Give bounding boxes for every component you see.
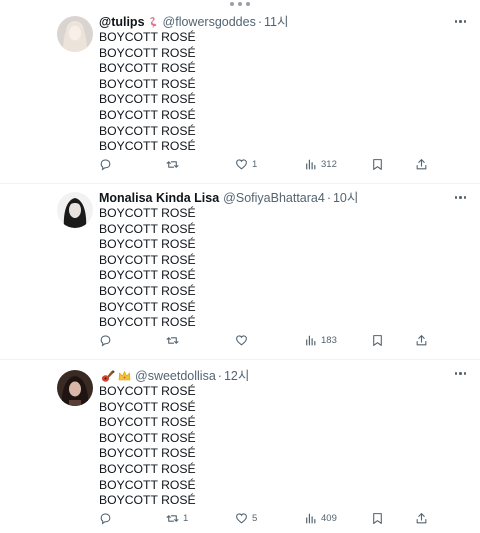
tweet-text-line: BOYCOTT ROSÉ <box>99 399 196 414</box>
separator-dot: · <box>257 15 262 29</box>
tweet-text-line: BOYCOTT ROSÉ <box>99 92 196 107</box>
share-icon <box>416 335 427 346</box>
tweet-text-line: BOYCOTT ROSÉ <box>99 30 196 44</box>
timestamp[interactable]: 12시 <box>224 368 249 384</box>
reply-button[interactable] <box>99 158 116 171</box>
retweet-button[interactable] <box>166 158 183 171</box>
tweet-text-line: BOYCOTT ROSÉ <box>99 107 196 122</box>
views-button[interactable]: 409 <box>304 512 337 525</box>
share-icon <box>416 159 427 170</box>
tweet-text: BOYCOTT ROSÉ BOYCOTT ROSÉ BOYCOTT ROSÉ B… <box>99 30 196 155</box>
reply-icon <box>100 513 111 525</box>
avatar[interactable] <box>57 192 93 228</box>
views-count: 409 <box>321 513 337 524</box>
share-button[interactable] <box>415 512 428 525</box>
avatar[interactable] <box>57 16 93 52</box>
tweet-text-line: BOYCOTT ROSÉ <box>99 430 196 445</box>
heart-icon <box>236 335 247 346</box>
flamingo-emoji-icon <box>147 16 159 29</box>
tweet-text-line: BOYCOTT ROSÉ <box>99 76 196 91</box>
tweet-text-line: BOYCOTT ROSÉ <box>99 283 196 298</box>
like-count: 1 <box>252 159 258 170</box>
retweet-button[interactable] <box>166 334 183 347</box>
retweet-icon <box>166 161 179 168</box>
tweet-actions: 1 5 409 <box>99 512 429 528</box>
user-handle[interactable]: @flowersgoddes <box>163 14 256 30</box>
reply-icon <box>100 335 111 347</box>
tweet-text-line: BOYCOTT ROSÉ <box>99 315 196 330</box>
bookmark-icon <box>373 159 382 170</box>
bookmark-button[interactable] <box>371 512 384 525</box>
tweet-text-line: BOYCOTT ROSÉ <box>99 45 196 60</box>
tweet-actions: 1 312 <box>99 158 429 174</box>
user-handle[interactable]: @sweetdollisa <box>135 368 216 384</box>
reply-button[interactable] <box>99 512 116 525</box>
tweet-card[interactable]: Monalisa Kinda Lisa @SofiyaBhattara4 · 1… <box>0 184 480 360</box>
separator-dot: · <box>326 191 331 205</box>
more-options-icon[interactable] <box>454 372 466 375</box>
views-button[interactable]: 183 <box>304 334 337 347</box>
tweet-card[interactable]: @sweetdollisa · 12시 BOYCOTT ROSÉ BOYCOTT… <box>0 360 480 533</box>
views-chart-icon <box>306 335 316 346</box>
bookmark-button[interactable] <box>371 158 384 171</box>
tweet-text-line: BOYCOTT ROSÉ <box>99 384 196 398</box>
tweet-text-line: BOYCOTT ROSÉ <box>99 237 196 252</box>
tweet-text-line: BOYCOTT ROSÉ <box>99 221 196 236</box>
share-button[interactable] <box>415 158 428 171</box>
tweet-card[interactable]: @tulips @flowersgoddes · 11시 BOYCOTT ROS… <box>0 8 480 184</box>
bookmark-icon <box>373 335 382 346</box>
tweet-text-line: BOYCOTT ROSÉ <box>99 477 196 492</box>
tweet-text-line: BOYCOTT ROSÉ <box>99 415 196 430</box>
user-handle[interactable]: @SofiyaBhattara4 <box>223 190 325 206</box>
tweet-text-line: BOYCOTT ROSÉ <box>99 206 196 220</box>
timestamp[interactable]: 10시 <box>333 190 358 206</box>
share-icon <box>416 513 427 524</box>
tweet-text-line: BOYCOTT ROSÉ <box>99 493 196 508</box>
bookmark-button[interactable] <box>371 334 384 347</box>
tweet-text-line: BOYCOTT ROSÉ <box>99 446 196 461</box>
reply-button[interactable] <box>99 334 116 347</box>
views-button[interactable]: 312 <box>304 158 337 171</box>
views-chart-icon <box>306 513 316 524</box>
display-name[interactable]: Monalisa Kinda Lisa <box>99 190 219 206</box>
like-count: 5 <box>252 513 258 524</box>
tweet-text-line: BOYCOTT ROSÉ <box>99 252 196 267</box>
like-button[interactable] <box>235 334 252 347</box>
like-button[interactable]: 5 <box>235 512 257 525</box>
tweet-text-line: BOYCOTT ROSÉ <box>99 123 196 138</box>
more-options-icon[interactable] <box>454 20 466 23</box>
tweet-text: BOYCOTT ROSÉ BOYCOTT ROSÉ BOYCOTT ROSÉ B… <box>99 384 196 509</box>
crown-emoji-icon <box>118 370 131 382</box>
tweet-text-line: BOYCOTT ROSÉ <box>99 299 196 314</box>
tweet-text: BOYCOTT ROSÉ BOYCOTT ROSÉ BOYCOTT ROSÉ B… <box>99 206 196 331</box>
more-options-icon[interactable] <box>454 196 466 199</box>
display-name[interactable]: @tulips <box>99 14 145 30</box>
tweet-text-line: BOYCOTT ROSÉ <box>99 61 196 76</box>
tweet-header: @tulips @flowersgoddes · 11시 <box>99 14 288 30</box>
retweet-icon <box>166 337 179 344</box>
reply-icon <box>100 159 111 171</box>
views-count: 312 <box>321 159 337 170</box>
like-button[interactable]: 1 <box>235 158 257 171</box>
views-count: 183 <box>321 335 337 346</box>
tweet-header: Monalisa Kinda Lisa @SofiyaBhattara4 · 1… <box>99 190 358 206</box>
share-button[interactable] <box>415 334 428 347</box>
bookmark-icon <box>373 513 382 524</box>
tweet-text-line: BOYCOTT ROSÉ <box>99 139 196 154</box>
retweet-count: 1 <box>183 513 189 524</box>
separator-dot: · <box>217 369 222 383</box>
retweet-icon <box>166 515 179 522</box>
heart-icon <box>236 159 247 170</box>
avatar[interactable] <box>57 370 93 406</box>
retweet-button[interactable]: 1 <box>166 512 188 525</box>
views-chart-icon <box>306 159 316 170</box>
tweet-actions: 183 <box>99 334 429 350</box>
guitar-emoji-icon <box>101 369 115 383</box>
heart-icon <box>236 513 247 524</box>
tweet-text-line: BOYCOTT ROSÉ <box>99 461 196 476</box>
tweet-header: @sweetdollisa · 12시 <box>99 368 249 384</box>
timestamp[interactable]: 11시 <box>264 14 288 30</box>
tweet-text-line: BOYCOTT ROSÉ <box>99 268 196 283</box>
